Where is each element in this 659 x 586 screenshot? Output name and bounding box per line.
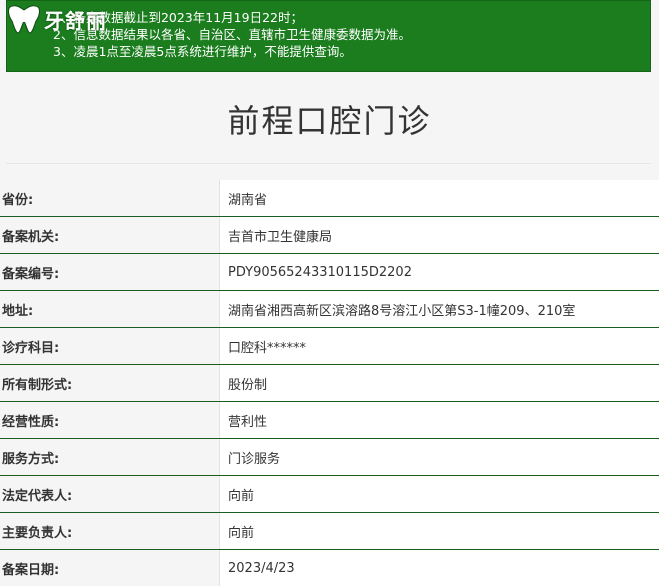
row-value: 口腔科****** [219, 328, 659, 364]
title-divider [6, 163, 651, 164]
table-row: 经营性质: 营利性 [0, 402, 659, 439]
row-label: 地址: [0, 291, 219, 327]
row-label: 服务方式: [0, 439, 219, 475]
row-value: 营利性 [219, 402, 659, 438]
table-row: 省份: 湖南省 [0, 180, 659, 217]
table-row: 诊疗科目: 口腔科****** [0, 328, 659, 365]
table-row: 地址: 湖南省湘西高新区滨溶路8号溶江小区第S3-1幢209、210室 [0, 291, 659, 328]
row-value: 湖南省湘西高新区滨溶路8号溶江小区第S3-1幢209、210室 [219, 291, 659, 327]
table-row: 主要负责人: 向前 [0, 513, 659, 550]
table-row: 备案编号: PDY90565243310115D2202 [0, 254, 659, 291]
table-row: 备案日期: 2023/4/23 [0, 550, 659, 586]
row-label: 主要负责人: [0, 513, 219, 549]
row-value: 向前 [219, 513, 659, 549]
row-value: 湖南省 [219, 180, 659, 216]
row-label: 备案日期: [0, 550, 219, 586]
tooth-logo-icon [8, 5, 40, 34]
row-value: PDY90565243310115D2202 [219, 254, 659, 290]
row-label: 备案机关: [0, 217, 219, 253]
row-label: 所有制形式: [0, 365, 219, 401]
notice-line: 1、备案数据截止到2023年11月19日22时； [53, 10, 303, 25]
table-row: 法定代表人: 向前 [0, 476, 659, 513]
row-label: 经营性质: [0, 402, 219, 438]
details-table: 省份: 湖南省 备案机关: 吉首市卫生健康局 备案编号: PDY90565243… [0, 180, 659, 586]
row-value: 门诊服务 [219, 439, 659, 475]
page-title: 前程口腔门诊 [227, 102, 432, 140]
notice-line: 3、凌晨1点至凌晨5点系统进行维护，不能提供查询。 [53, 44, 352, 59]
brand-name: 牙舒丽 [44, 8, 107, 33]
table-row: 所有制形式: 股份制 [0, 365, 659, 402]
brand-logo[interactable]: 牙舒丽 [6, 4, 136, 34]
row-label: 备案编号: [0, 254, 219, 290]
row-label: 省份: [0, 180, 219, 216]
table-row: 服务方式: 门诊服务 [0, 439, 659, 476]
notice-line: 2、信息数据结果以各省、自治区、直辖市卫生健康委数据为准。 [53, 27, 411, 42]
table-row: 备案机关: 吉首市卫生健康局 [0, 217, 659, 254]
row-label: 法定代表人: [0, 476, 219, 512]
row-value: 向前 [219, 476, 659, 512]
row-value: 2023/4/23 [219, 550, 659, 586]
row-value: 股份制 [219, 365, 659, 401]
row-label: 诊疗科目: [0, 328, 219, 364]
row-value: 吉首市卫生健康局 [219, 217, 659, 253]
